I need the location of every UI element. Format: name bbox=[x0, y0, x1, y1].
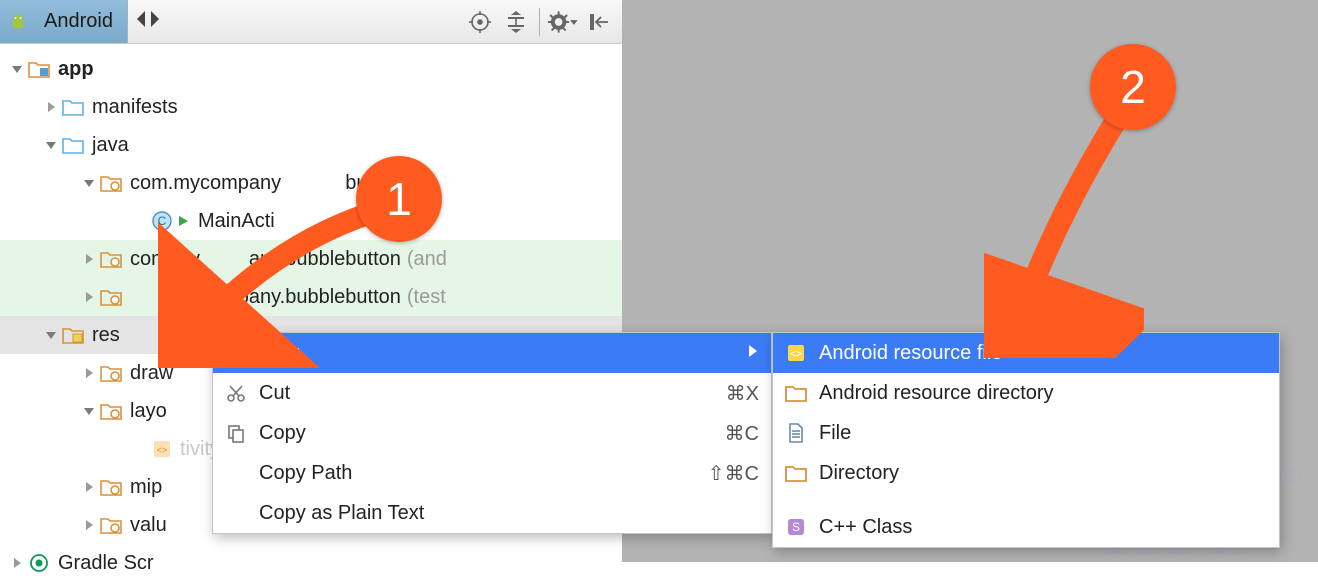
package-icon bbox=[100, 250, 122, 268]
android-icon bbox=[8, 12, 28, 32]
caret-down-icon bbox=[6, 62, 28, 76]
package-icon bbox=[100, 516, 122, 534]
annotation-badge-2: 2 bbox=[1090, 44, 1176, 130]
package-icon bbox=[100, 174, 122, 192]
collapse-all-icon[interactable] bbox=[501, 7, 531, 37]
menu-item-label: Cut bbox=[259, 382, 689, 405]
submenu-item-cpp-class[interactable]: S C++ Class bbox=[773, 507, 1279, 547]
caret-right-icon bbox=[78, 252, 100, 266]
folder-icon bbox=[62, 136, 84, 154]
menu-item-label: C++ Class bbox=[819, 516, 1267, 539]
tree-label: java bbox=[92, 134, 129, 157]
menu-item-label: File bbox=[819, 422, 1267, 445]
tree-node-manifests[interactable]: manifests bbox=[0, 88, 622, 126]
menu-item-label: Copy Path bbox=[259, 462, 689, 485]
tree-label: manifests bbox=[92, 96, 178, 119]
caret-down-icon bbox=[40, 328, 62, 342]
separator bbox=[539, 8, 540, 36]
annotation-number: 2 bbox=[1120, 60, 1146, 114]
annotation-badge-1: 1 bbox=[356, 156, 442, 242]
resource-folder-icon bbox=[62, 326, 84, 344]
tree-label: Gradle Scr bbox=[58, 552, 154, 575]
project-view-selector[interactable]: Android bbox=[0, 0, 128, 43]
file-icon bbox=[773, 423, 819, 443]
copy-icon bbox=[213, 423, 259, 443]
package-icon bbox=[100, 364, 122, 382]
tool-window-header: Android bbox=[0, 0, 622, 44]
svg-text:<>: <> bbox=[157, 445, 168, 455]
caret-right-icon bbox=[40, 100, 62, 114]
tree-node-java[interactable]: java bbox=[0, 126, 622, 164]
folder-icon bbox=[773, 464, 819, 482]
tool-window-actions bbox=[457, 7, 622, 37]
tree-label: mip bbox=[130, 476, 162, 499]
caret-right-icon bbox=[6, 556, 28, 570]
gear-icon[interactable] bbox=[548, 7, 578, 37]
tree-node-gradle-scripts[interactable]: Gradle Scr bbox=[0, 544, 622, 582]
tree-node-app[interactable]: app bbox=[0, 50, 622, 88]
tree-label: res bbox=[92, 324, 120, 347]
tree-node-package-main[interactable]: com.mycompany.bubblebutton bbox=[0, 164, 622, 202]
menu-item-shortcut: ⇧⌘C bbox=[689, 461, 759, 486]
submenu-new[interactable]: <> Android resource file Android resourc… bbox=[772, 332, 1280, 548]
menu-item-label: Directory bbox=[819, 462, 1267, 485]
menu-item-copy[interactable]: Copy ⌘C bbox=[213, 413, 771, 453]
menu-item-label: Copy as Plain Text bbox=[259, 502, 689, 525]
tree-label: layo bbox=[130, 400, 167, 423]
submenu-arrow-icon bbox=[731, 342, 759, 365]
caret-right-icon bbox=[78, 480, 100, 494]
caret-down-icon bbox=[78, 176, 100, 190]
module-icon bbox=[28, 60, 50, 78]
scissors-icon bbox=[213, 383, 259, 403]
submenu-item-android-resource-directory[interactable]: Android resource directory bbox=[773, 373, 1279, 413]
tree-label: valu bbox=[130, 514, 167, 537]
caret-down-icon bbox=[78, 404, 100, 418]
menu-item-shortcut: ⌘X bbox=[689, 381, 759, 406]
xml-resource-icon: <> bbox=[773, 343, 819, 363]
arrow-right-icon[interactable] bbox=[148, 8, 162, 36]
hide-panel-icon[interactable] bbox=[584, 7, 614, 37]
nav-arrows[interactable] bbox=[128, 8, 168, 36]
svg-text:S: S bbox=[792, 520, 800, 534]
package-icon bbox=[100, 288, 122, 306]
gradle-icon bbox=[28, 553, 50, 573]
menu-item-copy-plain-text[interactable]: Copy as Plain Text bbox=[213, 493, 771, 533]
caret-right-icon bbox=[78, 518, 100, 532]
package-icon bbox=[100, 402, 122, 420]
menu-item-label: Copy bbox=[259, 422, 689, 445]
package-icon bbox=[100, 478, 122, 496]
folder-icon bbox=[773, 384, 819, 402]
caret-right-icon bbox=[78, 290, 100, 304]
submenu-item-directory[interactable]: Directory bbox=[773, 453, 1279, 493]
submenu-item-file[interactable]: File bbox=[773, 413, 1279, 453]
tree-label: app bbox=[58, 58, 94, 81]
view-selector-label: Android bbox=[44, 10, 113, 33]
menu-item-copy-path[interactable]: Copy Path ⇧⌘C bbox=[213, 453, 771, 493]
annotation-arrow-2 bbox=[984, 98, 1144, 358]
folder-icon bbox=[62, 98, 84, 116]
menu-item-cut[interactable]: Cut ⌘X bbox=[213, 373, 771, 413]
scroll-to-source-icon[interactable] bbox=[465, 7, 495, 37]
annotation-number: 1 bbox=[386, 172, 412, 226]
caret-right-icon bbox=[78, 366, 100, 380]
menu-item-label: Android resource directory bbox=[819, 382, 1267, 405]
caret-down-icon bbox=[40, 138, 62, 152]
layout-xml-icon: <> bbox=[152, 439, 172, 459]
menu-item-shortcut: ⌘C bbox=[689, 421, 759, 446]
svg-text:<>: <> bbox=[790, 349, 802, 360]
s-purple-icon: S bbox=[773, 517, 819, 537]
arrow-left-icon[interactable] bbox=[134, 8, 148, 36]
